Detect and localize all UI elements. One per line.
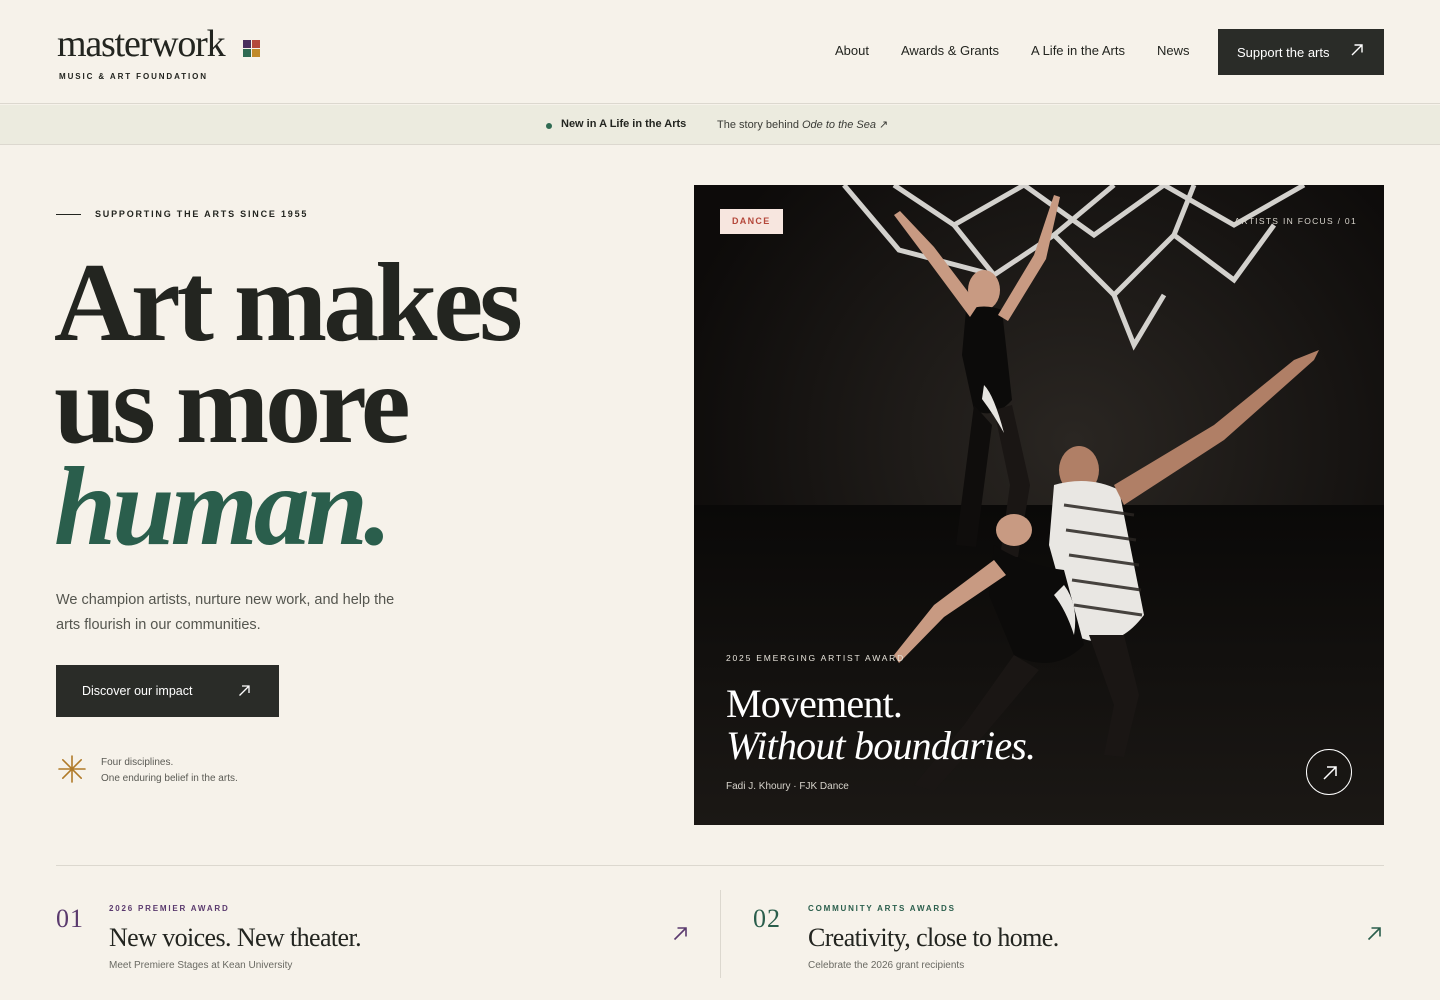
card-number: 02 (753, 904, 781, 933)
announcement-suffix: ↗ (876, 119, 889, 131)
headline-line-2: us more (54, 343, 411, 467)
hero-description: We champion artists, nurture new work, a… (56, 592, 395, 633)
announcement-prefix: The story behind (717, 119, 802, 131)
card-title: New voices. New theater. (109, 923, 362, 952)
arrow-up-right-icon (673, 927, 687, 941)
arrow-up-right-icon (1323, 766, 1337, 780)
tagline-line-2: One enduring belief in the arts. (101, 773, 238, 784)
main-nav: About Awards & Grants A Life in the Arts… (835, 43, 1189, 58)
tagline-line-1: Four disciplines. (101, 757, 174, 768)
arrow-up-right-icon (1351, 44, 1363, 56)
promo-card-premier-award[interactable]: 01 2026 PREMIER AWARD New voices. New th… (56, 890, 696, 990)
category-badge: DANCE (720, 209, 783, 234)
card-eyebrow: COMMUNITY ARTS AWARDS (808, 904, 956, 913)
logo-subtitle: MUSIC & ART FOUNDATION (59, 72, 208, 81)
asterisk-icon (58, 755, 86, 783)
support-button[interactable]: Support the arts (1218, 29, 1384, 75)
card-subtitle: Meet Premiere Stages at Kean University (109, 960, 293, 971)
feature-open-button[interactable] (1306, 749, 1352, 795)
announcement-title: Ode to the Sea (802, 119, 876, 131)
feature-title-line-1: Movement. (726, 681, 903, 726)
nav-item-life-in-arts[interactable]: A Life in the Arts (1031, 43, 1125, 58)
card-number: 01 (56, 904, 84, 933)
eyebrow-rule (56, 213, 81, 215)
discover-impact-button[interactable]: Discover our impact (56, 665, 279, 717)
hero-tagline: Four disciplines. One enduring belief in… (101, 755, 238, 787)
headline-line-1: Art makes (54, 241, 523, 365)
status-dot-icon (546, 123, 552, 129)
eyebrow-text: SUPPORTING THE ARTS SINCE 1955 (95, 209, 309, 219)
promo-card-community-awards[interactable]: 02 COMMUNITY ARTS AWARDS Creativity, clo… (753, 890, 1384, 990)
feature-title-line-2: Without boundaries. (726, 723, 1036, 768)
featured-artist-card[interactable]: DANCE ARTISTS IN FOCUS / 01 2025 EMERGIN… (694, 185, 1384, 825)
card-divider (720, 890, 721, 978)
headline-line-3: human. (54, 445, 392, 569)
support-button-label: Support the arts (1237, 44, 1330, 60)
logo-mark-icon (243, 40, 260, 57)
arrow-up-right-icon (1367, 927, 1381, 941)
arrow-up-right-icon (239, 685, 250, 696)
nav-item-about[interactable]: About (835, 43, 869, 58)
logo[interactable]: masterwork MUSIC & ART FOUNDATION (57, 22, 260, 81)
artist-credit: Fadi J. Khoury · FJK Dance (726, 781, 849, 792)
section-divider (56, 865, 1384, 866)
hero-eyebrow: SUPPORTING THE ARTS SINCE 1955 (56, 209, 308, 219)
nav-item-awards-grants[interactable]: Awards & Grants (901, 43, 999, 58)
card-eyebrow: 2026 PREMIER AWARD (109, 904, 230, 913)
announcement-tag: New in A Life in the Arts (561, 118, 687, 130)
hero-headline: Art makes us more human. (54, 241, 523, 569)
announcement-link[interactable]: The story behind Ode to the Sea ↗ (717, 118, 888, 131)
feature-title: Movement. Without boundaries. (726, 681, 1036, 768)
artists-in-focus-label: ARTISTS IN FOCUS / 01 (1234, 216, 1357, 226)
site-header: masterwork MUSIC & ART FOUNDATION About … (0, 0, 1440, 104)
logo-wordmark: masterwork (57, 23, 226, 65)
card-subtitle: Celebrate the 2026 grant recipients (808, 960, 965, 971)
cta-label: Discover our impact (82, 684, 193, 698)
announcement-bar[interactable]: New in A Life in the Arts The story behi… (0, 105, 1440, 145)
nav-item-news[interactable]: News (1157, 43, 1190, 58)
award-label: 2025 EMERGING ARTIST AWARD (726, 653, 906, 663)
card-title: Creativity, close to home. (808, 923, 1059, 952)
